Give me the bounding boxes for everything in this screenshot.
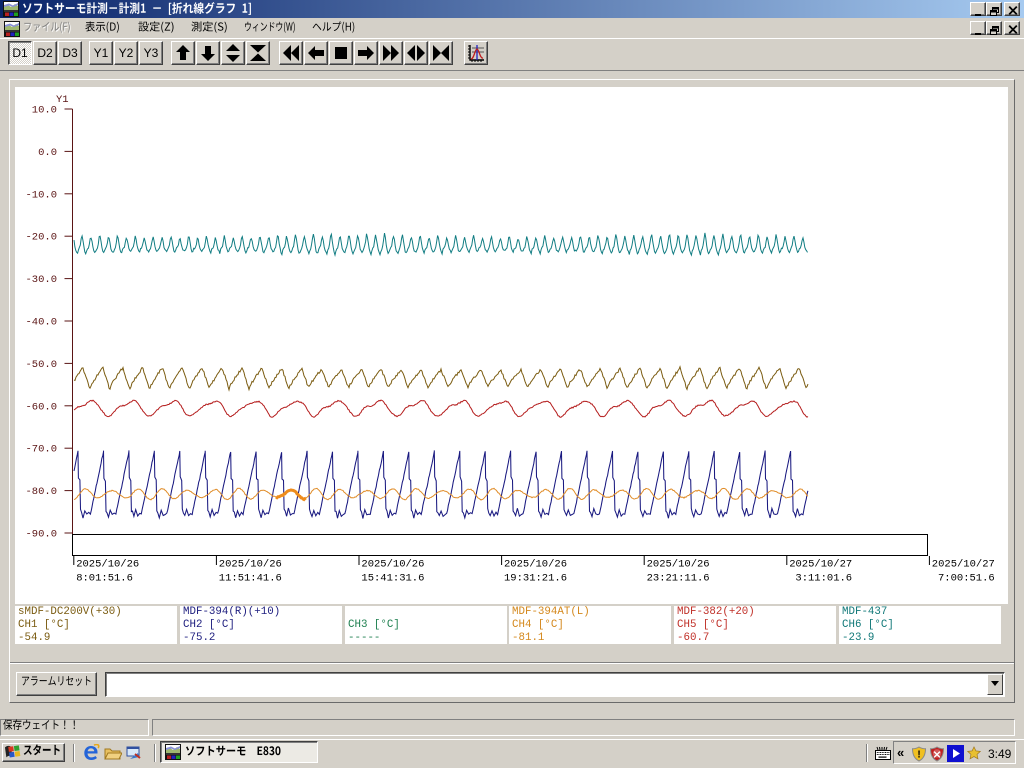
svg-text:3:11:01.6: 3:11:01.6	[795, 573, 852, 585]
svg-text:-10.0: -10.0	[25, 189, 57, 201]
svg-text:!: !	[917, 750, 920, 761]
svg-text:2025/10/26: 2025/10/26	[361, 559, 424, 571]
svg-text:-70.0: -70.0	[25, 444, 57, 456]
svg-text:2025/10/27: 2025/10/27	[789, 559, 852, 571]
svg-text:7:00:51.6: 7:00:51.6	[938, 573, 995, 585]
svg-text:2025/10/27: 2025/10/27	[932, 559, 995, 571]
svg-text:-30.0: -30.0	[25, 274, 57, 286]
svg-text:15:41:31.6: 15:41:31.6	[361, 573, 424, 585]
svg-text:-90.0: -90.0	[25, 529, 57, 541]
svg-text:2025/10/26: 2025/10/26	[76, 559, 139, 571]
svg-text:-50.0: -50.0	[25, 359, 57, 371]
svg-text:2025/10/26: 2025/10/26	[647, 559, 710, 571]
svg-text:-80.0: -80.0	[25, 486, 57, 498]
svg-text:0.0: 0.0	[38, 147, 57, 159]
svg-text:23:21:11.6: 23:21:11.6	[647, 573, 710, 585]
svg-text:Y1: Y1	[56, 94, 69, 106]
svg-text:2025/10/26: 2025/10/26	[219, 559, 282, 571]
svg-text:8:01:51.6: 8:01:51.6	[76, 573, 133, 585]
svg-text:-40.0: -40.0	[25, 317, 57, 329]
svg-text:2025/10/26: 2025/10/26	[504, 559, 567, 571]
svg-text:11:51:41.6: 11:51:41.6	[219, 573, 282, 585]
svg-text:-20.0: -20.0	[25, 232, 57, 244]
svg-text:19:31:21.6: 19:31:21.6	[504, 573, 567, 585]
svg-text:10.0: 10.0	[32, 105, 57, 117]
svg-text:-60.0: -60.0	[25, 401, 57, 413]
